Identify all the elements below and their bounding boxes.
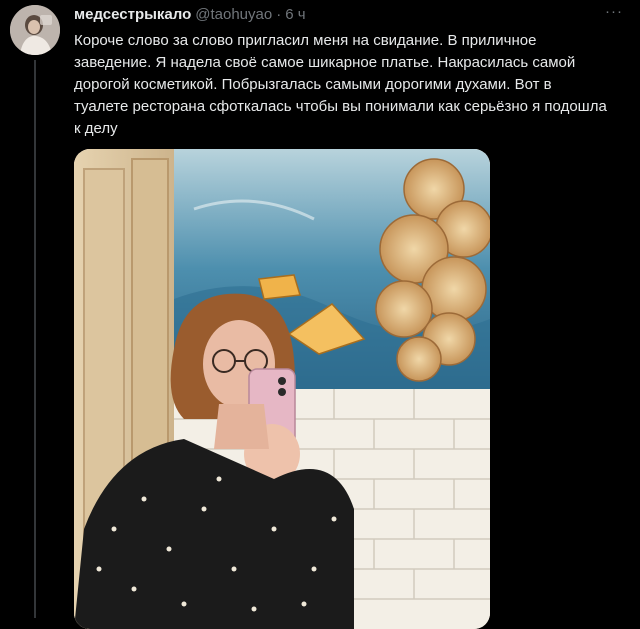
tweet-header: медсестрыкало @taohuyao · 6 ч (74, 6, 306, 26)
tweet[interactable]: медсестрыкало @taohuyao · 6 ч ··· Короче… (0, 0, 640, 629)
timestamp[interactable]: 6 ч (285, 6, 305, 23)
thread-line (34, 60, 36, 618)
photo-image (74, 149, 490, 629)
more-horizontal-icon[interactable]: ··· (602, 4, 626, 24)
separator-dot: · (276, 6, 282, 23)
user-handle[interactable]: @taohuyao (195, 6, 272, 23)
display-name[interactable]: медсестрыкало (74, 6, 191, 23)
tweet-photo[interactable] (74, 149, 490, 629)
avatar-image (10, 5, 60, 55)
tweet-text: Короче слово за слово пригласил меня на … (74, 32, 607, 137)
avatar[interactable] (10, 5, 60, 55)
